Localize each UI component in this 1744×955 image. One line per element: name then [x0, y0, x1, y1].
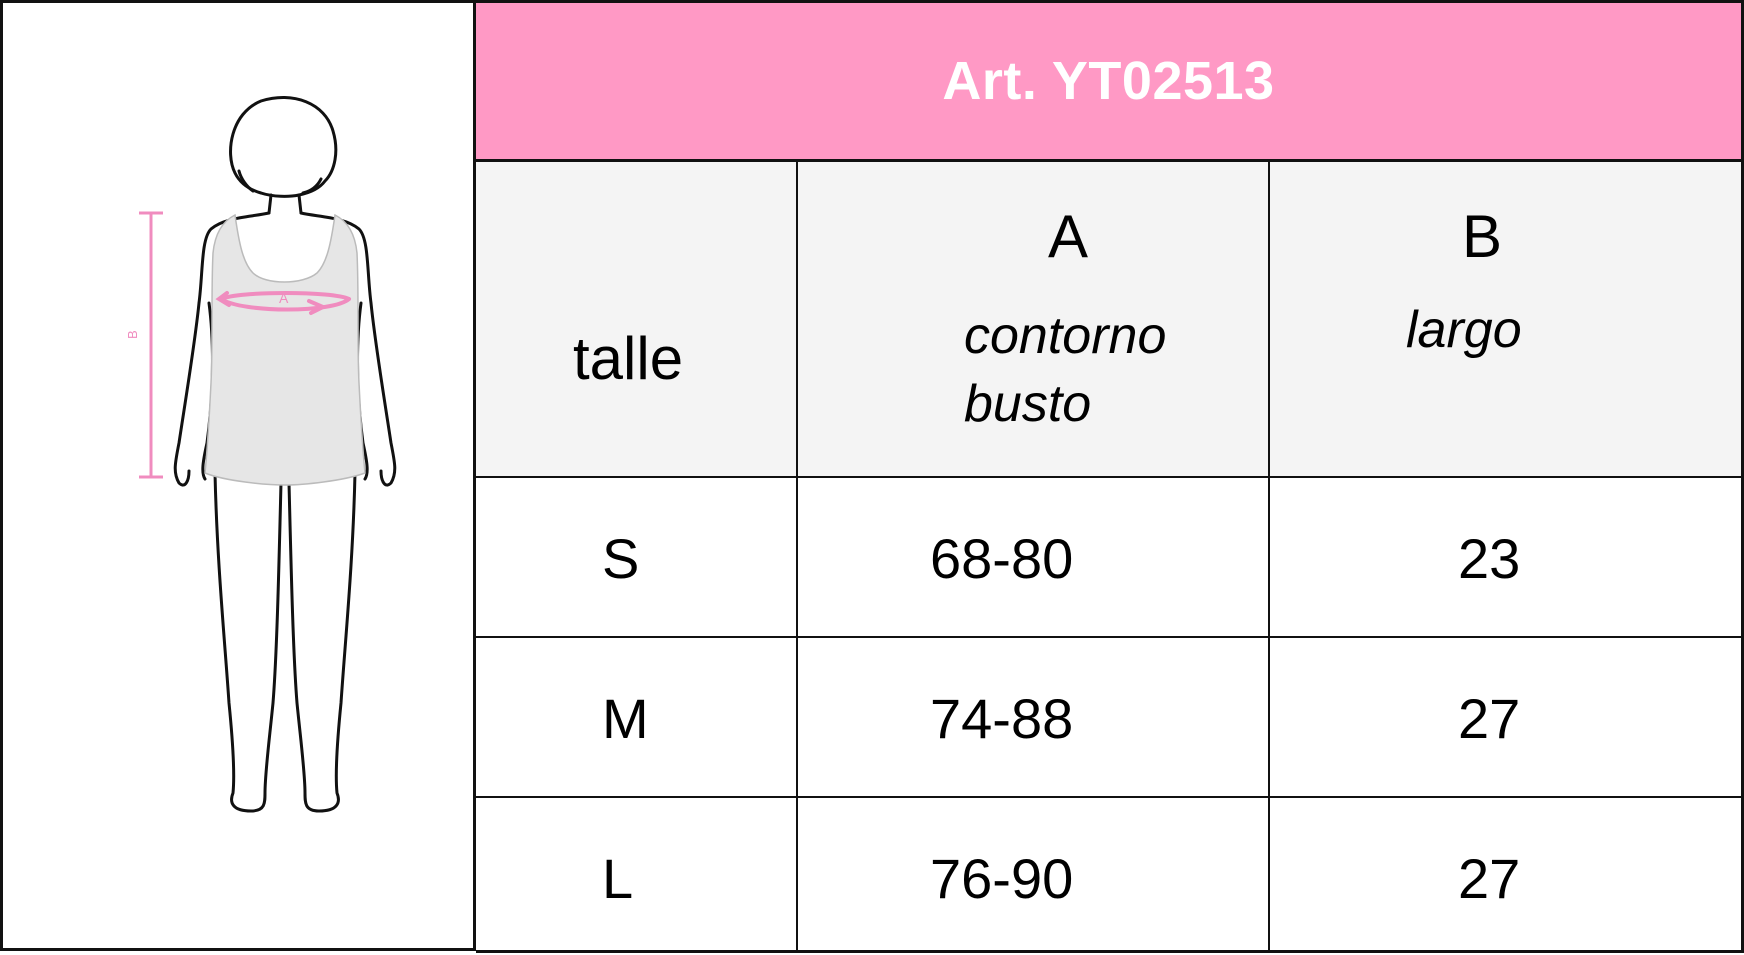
table-row: S 68-80 23	[476, 476, 1741, 636]
header-col-b: B	[1462, 203, 1503, 270]
size-cell: M	[602, 687, 649, 750]
header-col-a-desc: contorno busto	[964, 302, 1166, 438]
measure-b-label: B	[125, 330, 140, 339]
column-divider	[796, 162, 798, 950]
bust-cell: 76-90	[930, 847, 1074, 910]
measure-b-bar	[139, 211, 163, 479]
table-row: L 76-90 27	[476, 796, 1741, 950]
length-cell: 23	[1458, 527, 1521, 590]
length-cell: 27	[1458, 847, 1521, 910]
header-col-a: A	[1048, 203, 1089, 270]
header-size-label: talle	[573, 325, 684, 392]
size-cell: S	[602, 527, 640, 590]
tank-top-shape	[204, 213, 366, 486]
size-table: Art. YT02513 talle A contorno busto B la…	[476, 0, 1744, 955]
bust-cell: 74-88	[930, 687, 1074, 750]
measure-a-label: A	[279, 290, 289, 306]
size-grid: talle A contorno busto B largo S 68-80 2…	[476, 162, 1744, 953]
size-cell: L	[602, 847, 634, 910]
bust-cell: 68-80	[930, 527, 1074, 590]
header-col-a-desc-line2: busto	[964, 375, 1092, 433]
size-figure-panel: A B	[0, 0, 476, 951]
length-cell: 27	[1458, 687, 1521, 750]
table-row: M 74-88 27	[476, 636, 1741, 796]
article-title-bar: Art. YT02513	[476, 0, 1744, 162]
column-divider	[1268, 162, 1270, 950]
header-col-b-desc: largo	[1406, 301, 1522, 359]
header-col-a-desc-line1: contorno	[964, 307, 1167, 365]
body-measurement-illustration: A B	[125, 96, 397, 813]
header-row: talle A contorno busto B largo	[476, 162, 1741, 476]
article-title: Art. YT02513	[942, 51, 1275, 111]
